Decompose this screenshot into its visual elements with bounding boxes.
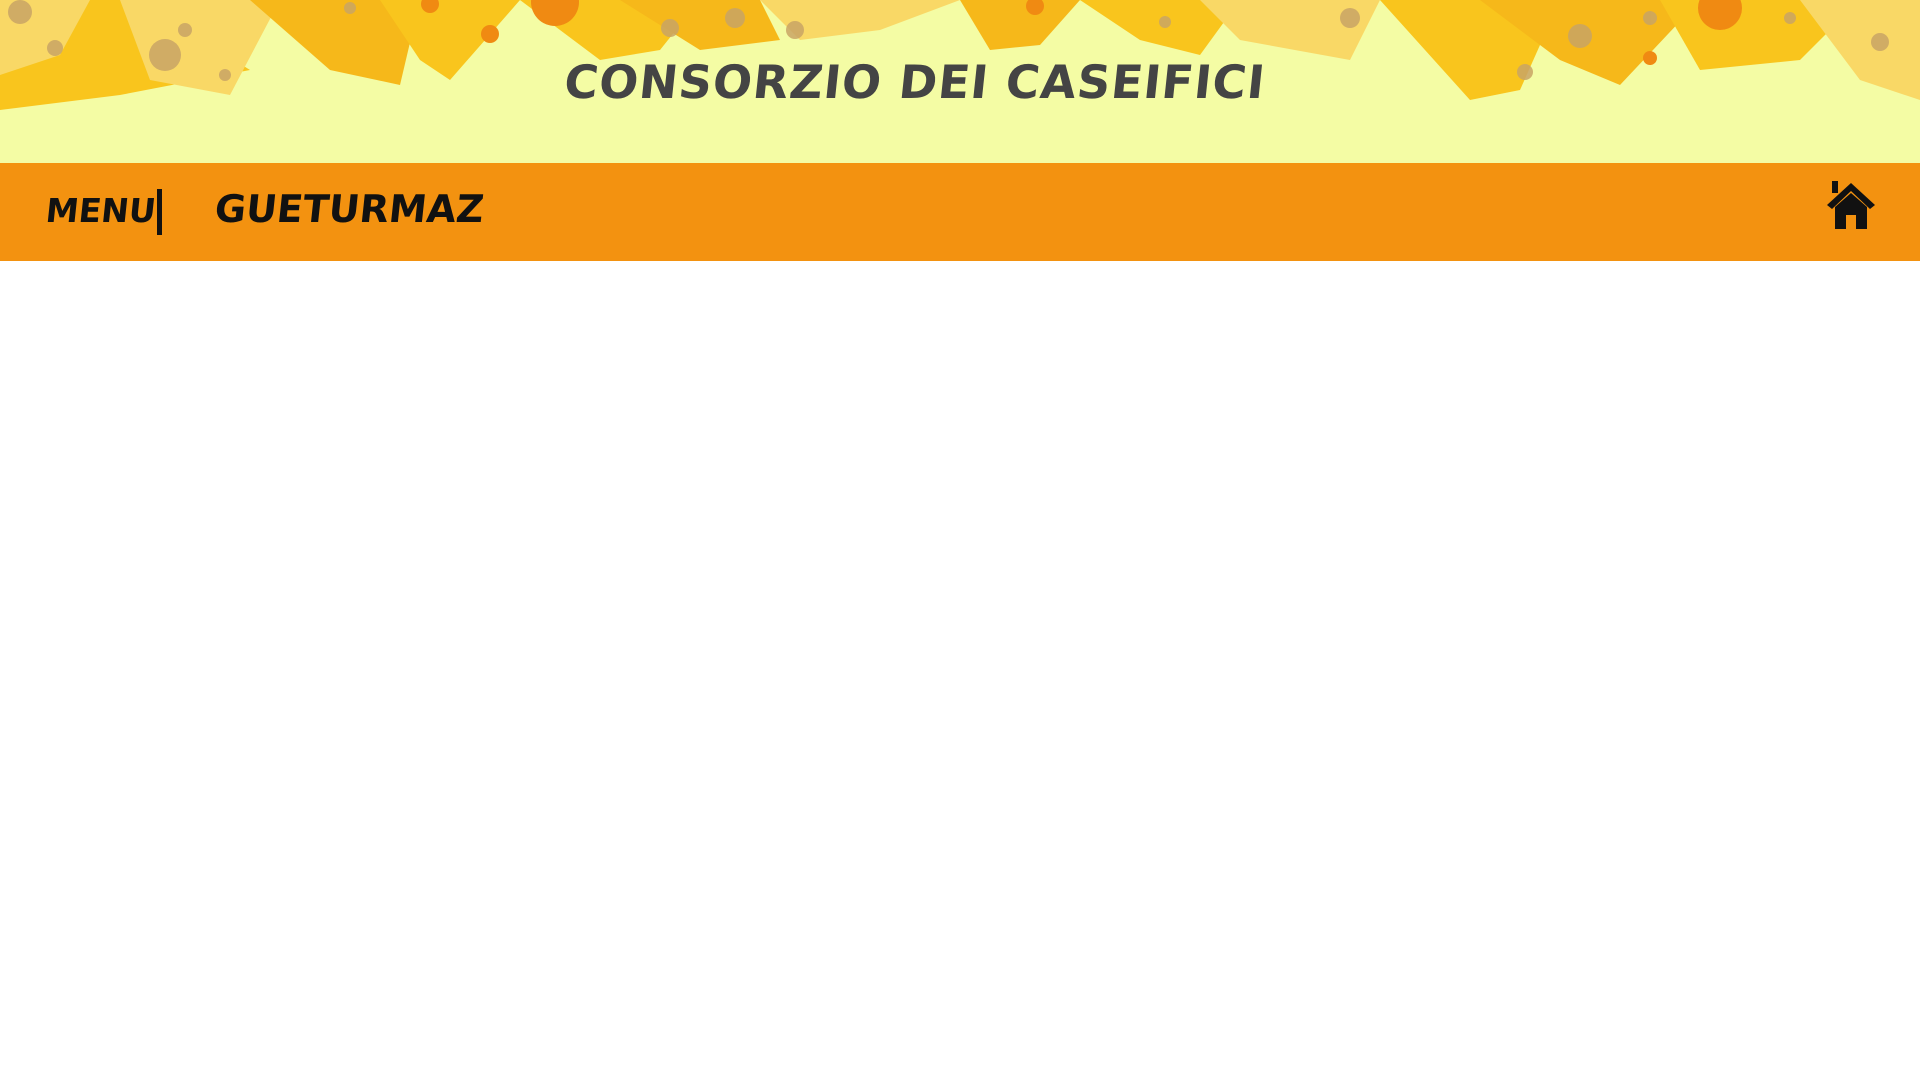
- main-navbar: MENU GUETURMAZ: [0, 163, 1920, 261]
- site-title: CONSORZIO DEI CASEIFICI: [561, 55, 1269, 109]
- menu-button[interactable]: MENU: [44, 191, 158, 230]
- home-icon[interactable]: [1824, 177, 1878, 231]
- brand-link[interactable]: GUETURMAZ: [213, 187, 486, 231]
- main-content: [0, 261, 1920, 1080]
- nav-divider: [157, 189, 162, 235]
- header-banner: CONSORZIO DEI CASEIFICI: [0, 0, 1920, 163]
